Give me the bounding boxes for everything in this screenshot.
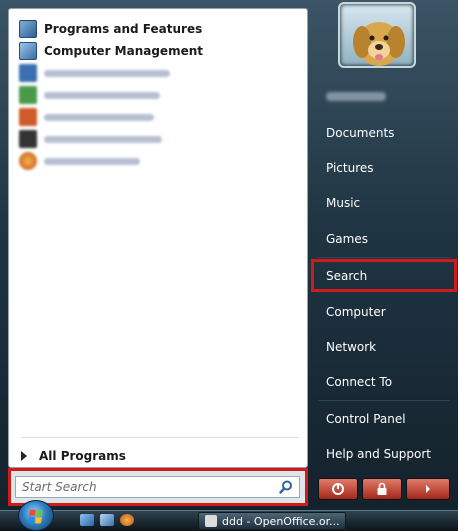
divider	[21, 437, 299, 438]
menu-item-documents[interactable]: Documents	[318, 120, 450, 146]
program-item-programs-and-features[interactable]: Programs and Features	[19, 19, 299, 39]
firefox-icon	[19, 152, 37, 170]
chevron-right-icon	[426, 485, 430, 493]
program-item-blurred[interactable]	[19, 85, 299, 105]
menu-item-control-panel[interactable]: Control Panel	[318, 406, 450, 432]
search-item-highlight	[311, 259, 457, 292]
dog-picture-icon	[353, 22, 405, 66]
openoffice-document-icon	[205, 515, 217, 527]
program-label: Computer Management	[44, 44, 203, 58]
program-item-blurred[interactable]	[19, 129, 299, 149]
search-icon[interactable]	[279, 480, 293, 494]
taskbar-button-openoffice[interactable]: ddd - OpenOffice.or...	[198, 512, 346, 530]
program-label: Programs and Features	[44, 22, 203, 36]
screen: Programs and Features Computer Managemen…	[0, 0, 458, 531]
programs-and-features-icon	[19, 20, 37, 38]
menu-item-network[interactable]: Network	[318, 334, 450, 360]
menu-item-pictures[interactable]: Pictures	[318, 155, 450, 181]
program-item-blurred[interactable]	[19, 63, 299, 83]
blurred-label	[44, 113, 154, 121]
blurred-label	[44, 157, 140, 165]
divider	[318, 257, 450, 258]
windows-logo-icon	[28, 509, 43, 524]
divider	[318, 400, 450, 401]
program-item-blurred[interactable]	[19, 107, 299, 127]
switch-windows-icon[interactable]	[100, 514, 114, 526]
menu-item-help-and-support[interactable]: Help and Support	[318, 441, 450, 467]
start-button[interactable]	[18, 500, 54, 531]
firefox-icon[interactable]	[120, 514, 134, 526]
all-programs-label: All Programs	[39, 449, 126, 463]
menu-item-computer[interactable]: Computer	[318, 299, 450, 325]
user-avatar[interactable]	[338, 2, 416, 68]
openoffice-writer-icon	[19, 64, 37, 82]
menu-item-music[interactable]: Music	[318, 190, 450, 216]
power-icon	[332, 483, 344, 495]
menu-item-games[interactable]: Games	[318, 226, 450, 252]
all-programs-button[interactable]: All Programs	[21, 445, 126, 467]
lock-button[interactable]	[362, 478, 402, 500]
blurred-label	[44, 91, 160, 99]
blurred-label	[44, 69, 170, 77]
pinned-programs-pane: Programs and Features Computer Managemen…	[8, 8, 308, 468]
menu-item-connect-to[interactable]: Connect To	[318, 369, 450, 395]
user-name-blurred[interactable]	[326, 92, 386, 101]
start-menu: Programs and Features Computer Managemen…	[0, 0, 458, 510]
lock-icon	[377, 482, 387, 495]
command-prompt-icon	[19, 130, 37, 148]
program-item-blurred[interactable]	[19, 151, 299, 171]
shutdown-options-button[interactable]	[406, 478, 450, 500]
blurred-label	[44, 135, 162, 143]
show-desktop-icon[interactable]	[80, 514, 94, 526]
program-item-computer-management[interactable]: Computer Management	[19, 41, 299, 61]
computer-management-icon	[19, 42, 37, 60]
chevron-right-icon	[21, 451, 27, 461]
power-button[interactable]	[318, 478, 358, 500]
power-controls	[318, 478, 456, 500]
openoffice-calc-icon	[19, 86, 37, 104]
taskbar-button-label: ddd - OpenOffice.or...	[222, 514, 340, 528]
start-search-input[interactable]	[15, 476, 300, 498]
capture-icon	[19, 108, 37, 126]
